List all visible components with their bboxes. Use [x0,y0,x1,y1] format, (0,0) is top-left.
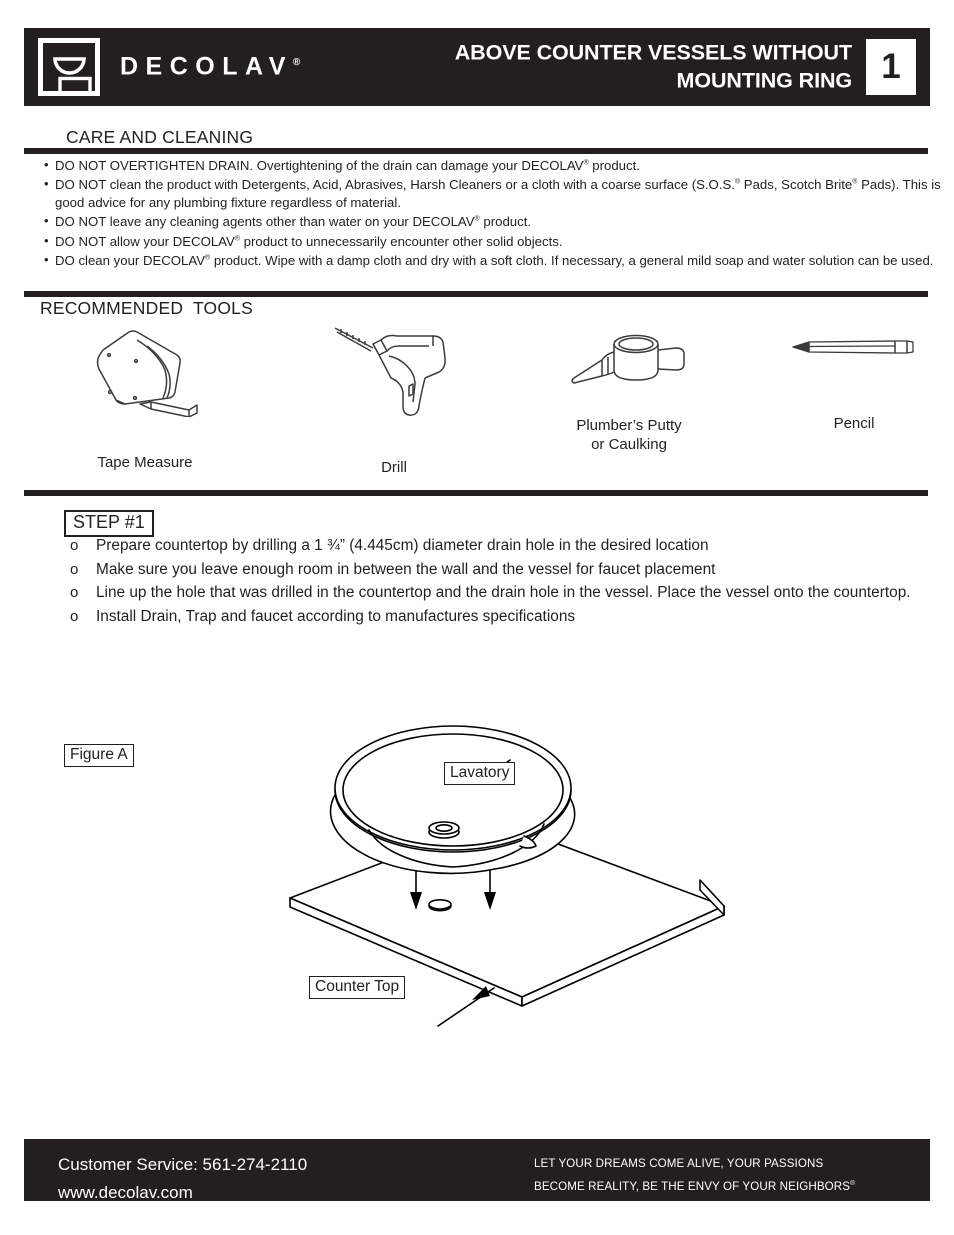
brand-registered-mark: ® [292,57,301,69]
tagline-line-2: BECOME REALITY, BE THE ENVY OF YOUR NEIG… [534,1179,855,1193]
vessel-sink-logo-icon [38,38,100,96]
list-item-text: Make sure you leave enough room in betwe… [96,560,716,578]
list-marker: o [70,537,79,554]
divider-rule-step [24,490,928,496]
list-item: • DO NOT OVERTIGHTEN DRAIN. Overtightenin… [44,157,949,175]
step-badge: STEP #1 [64,510,154,538]
list-item: o Make sure you leave enough room in betw… [70,559,940,582]
drill-icon [294,322,494,427]
list-item-text: product to unnecessarily encounter other… [239,233,563,249]
list-item: • DO NOT allow your DECOLAV® product to u… [44,233,949,251]
figure-a-area: Figure A Lavatory Counter Top [24,720,930,1050]
list-item-text: Install Drain, Trap and faucet according… [96,607,576,625]
instruction-sheet-page: DECOLAV® ABOVE COUNTER VESSELS WITHOUT M… [0,0,954,1235]
list-item-text: Line up the hole that was drilled in the… [96,584,911,602]
list-item-text: Prepare countertop by drilling a 1 ¾” (4… [96,537,709,554]
step-number-badge: 1 [866,39,916,95]
care-and-cleaning-heading: CARE AND CLEANING [66,127,254,147]
divider-rule-tools [24,291,928,297]
bullet-glyph: • [44,232,49,248]
bullet-glyph: • [44,176,49,192]
list-item-text: product. [588,158,640,173]
footer-contact: Customer Service: 561-274-2110 www.decol… [58,1151,307,1207]
list-item-text: DO NOT clean the product with Detergents… [55,177,735,193]
bullet-glyph: • [44,157,49,172]
list-marker: o [70,584,79,602]
list-item: • DO NOT leave any cleaning agents other … [44,213,949,231]
registered-mark: ® [850,1179,855,1187]
list-item-text: DO NOT leave any cleaning agents other t… [55,214,475,230]
list-item-text: DO NOT allow your DECOLAV [55,233,235,249]
pencil-icon [754,336,954,363]
list-item: o Line up the hole that was drilled in th… [70,582,940,605]
list-item-text: product. [479,214,532,230]
tool-plumbers-putty: Plumber’s Putty or Caulking [514,328,744,455]
tool-label: Tape Measure [97,454,193,471]
page-title: ABOVE COUNTER VESSELS WITHOUT MOUNTING R… [454,40,852,93]
website-url[interactable]: www.decolav.com [58,1179,307,1207]
tool-label: Drill [381,459,407,476]
divider-rule-care [24,148,928,154]
list-item-text: Pads, Scotch Brite [740,177,853,193]
callout-counter-top: Counter Top [309,976,406,999]
tool-tape-measure: Tape Measure [50,322,240,473]
list-item-text: DO clean your DECOLAV [55,252,206,268]
page-header: DECOLAV® ABOVE COUNTER VESSELS WITHOUT M… [24,28,930,106]
care-and-cleaning-list: • DO NOT OVERTIGHTEN DRAIN. Overtightenin… [44,157,949,271]
tagline-line-1: LET YOUR DREAMS COME ALIVE, YOUR PASSION… [534,1157,824,1170]
list-item: o Install Drain, Trap and faucet accordin… [70,606,940,629]
tool-drill: Drill [294,322,494,478]
step-instruction-list: o Prepare countertop by drilling a 1 ¾” (… [70,535,940,630]
brand-name: DECOLAV [120,52,293,81]
brand-wordmark: DECOLAV® [120,53,300,82]
list-item: • DO clean your DECOLAV® product. Wipe wi… [44,252,949,270]
list-marker: o [70,607,79,625]
tool-pencil: Pencil [754,336,954,434]
caulking-tube-icon [514,328,744,399]
page-footer: Customer Service: 561-274-2110 www.decol… [24,1139,930,1202]
customer-service-phone: Customer Service: 561-274-2110 [58,1155,308,1174]
list-item-text: DO NOT OVERTIGHTEN DRAIN. Overtightening… [55,158,584,173]
tool-label: Pencil [833,415,875,432]
list-marker: o [70,560,79,578]
recommended-tools-row: Tape Measure Drill Plumber’s Putty or Ca… [24,322,930,476]
callout-lavatory: Lavatory [444,762,516,785]
recommended-tools-heading: RECOMMENDED TOOLS [40,298,253,318]
footer-tagline: LET YOUR DREAMS COME ALIVE, YOUR PASSION… [534,1153,855,1198]
list-item: • DO NOT clean the product with Detergent… [44,176,949,212]
tape-measure-icon [50,322,240,422]
list-item-text: product. Wipe with a damp cloth and dry … [210,252,934,268]
list-item: o Prepare countertop by drilling a 1 ¾” (… [70,535,940,558]
tool-label: Plumber’s Putty or Caulking [576,417,682,453]
bullet-glyph: • [44,251,49,267]
bullet-glyph: • [44,213,49,229]
